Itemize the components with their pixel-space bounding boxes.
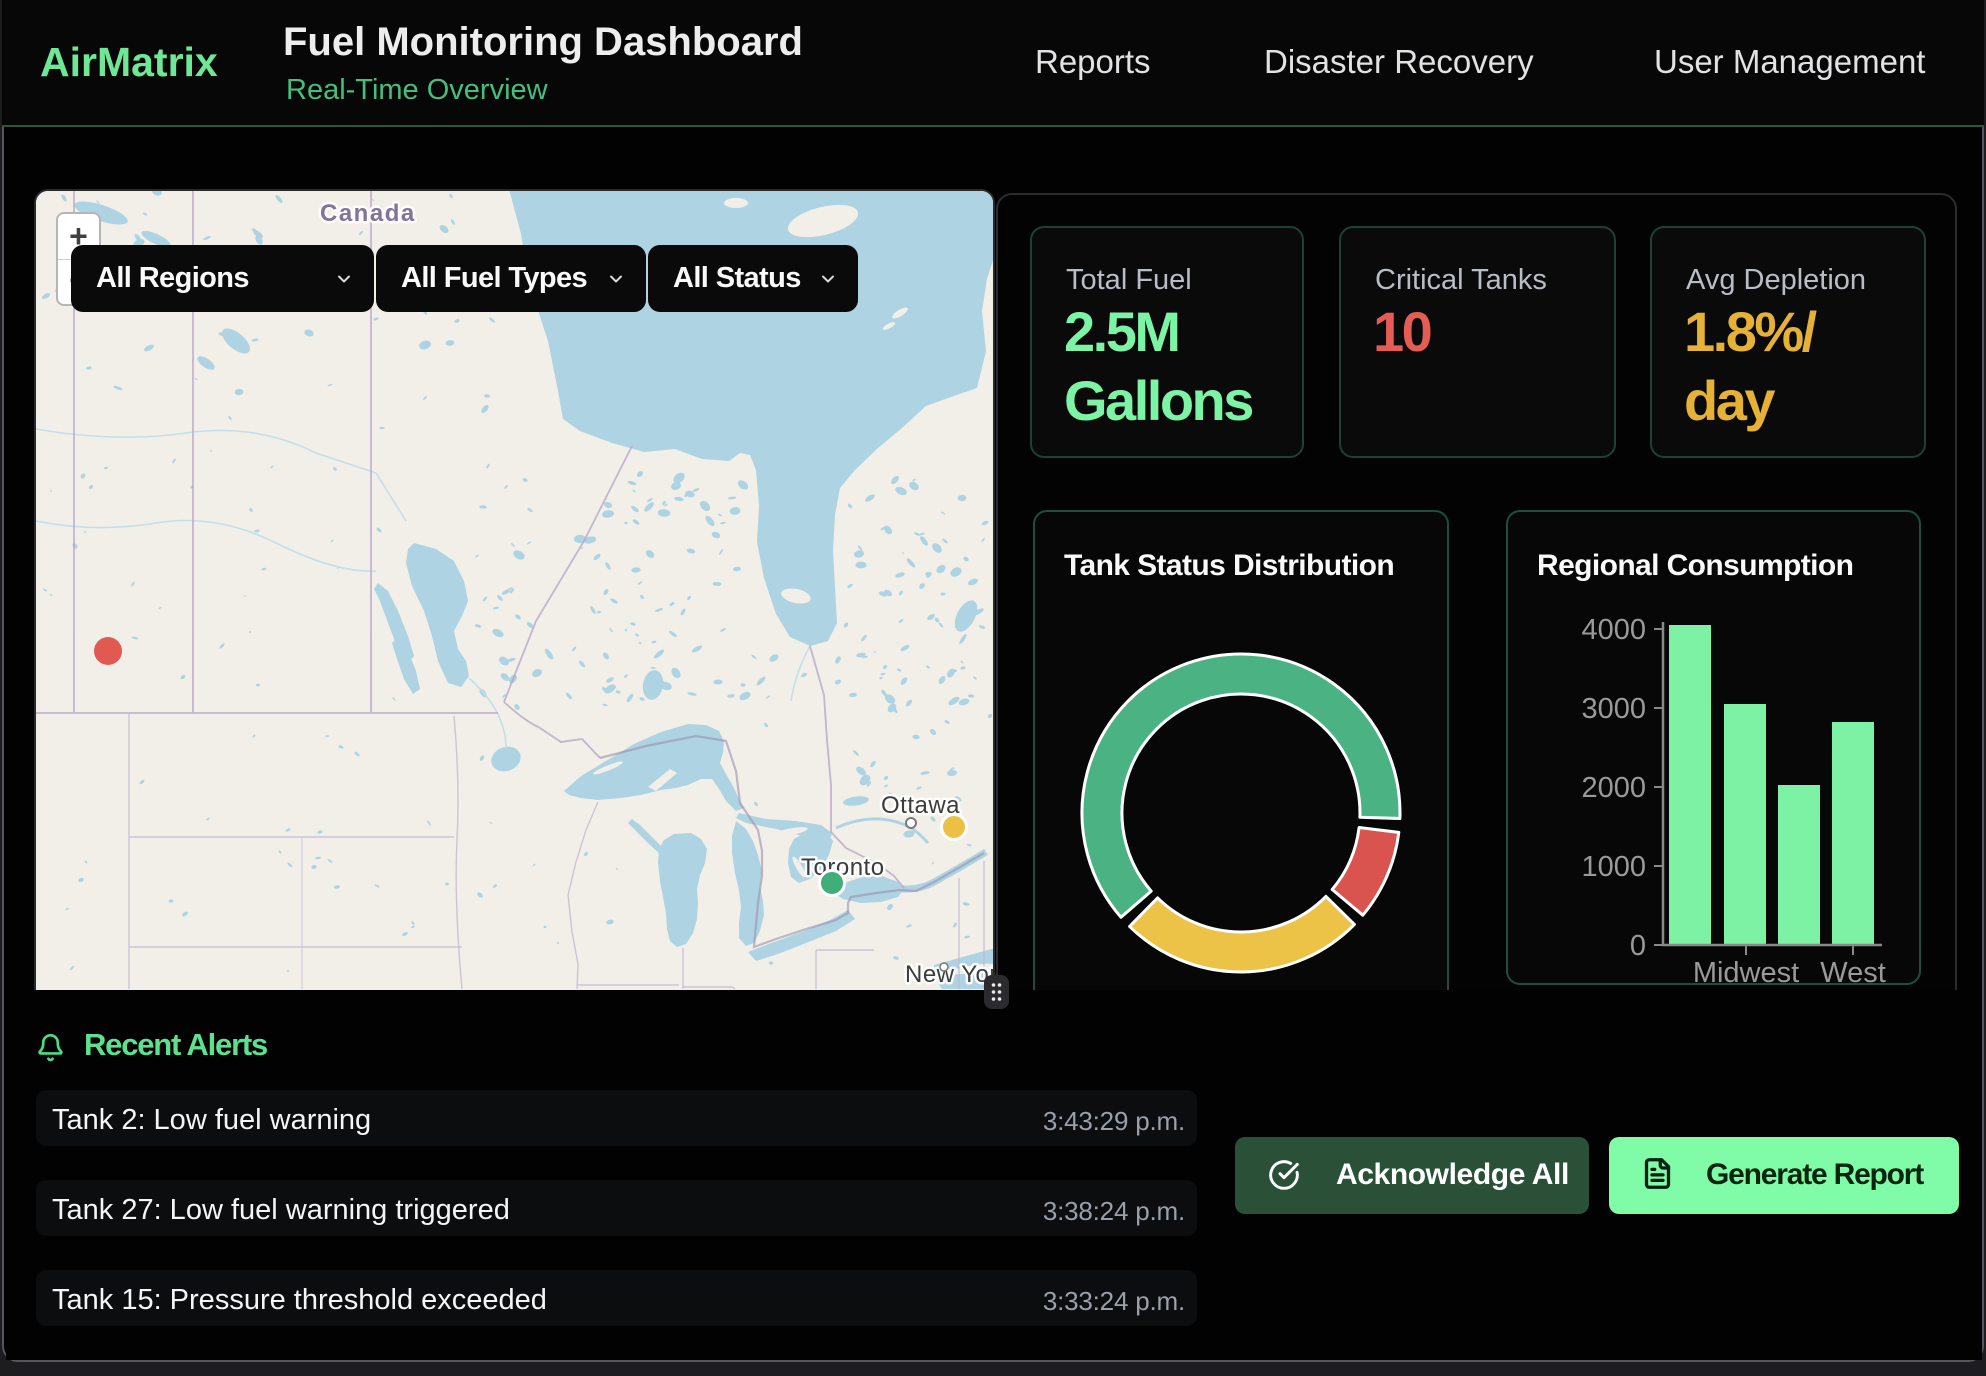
svg-text:3000: 3000 [1581, 693, 1646, 725]
svg-text:Midwest: Midwest [1693, 957, 1799, 989]
svg-text:2000: 2000 [1581, 772, 1646, 804]
svg-text:New York: New York [905, 961, 993, 988]
svg-text:4000: 4000 [1581, 614, 1646, 646]
svg-text:1000: 1000 [1581, 851, 1646, 883]
svg-text:0: 0 [1630, 930, 1646, 962]
svg-text:Canada: Canada [320, 200, 416, 227]
svg-text:West: West [1820, 957, 1886, 989]
